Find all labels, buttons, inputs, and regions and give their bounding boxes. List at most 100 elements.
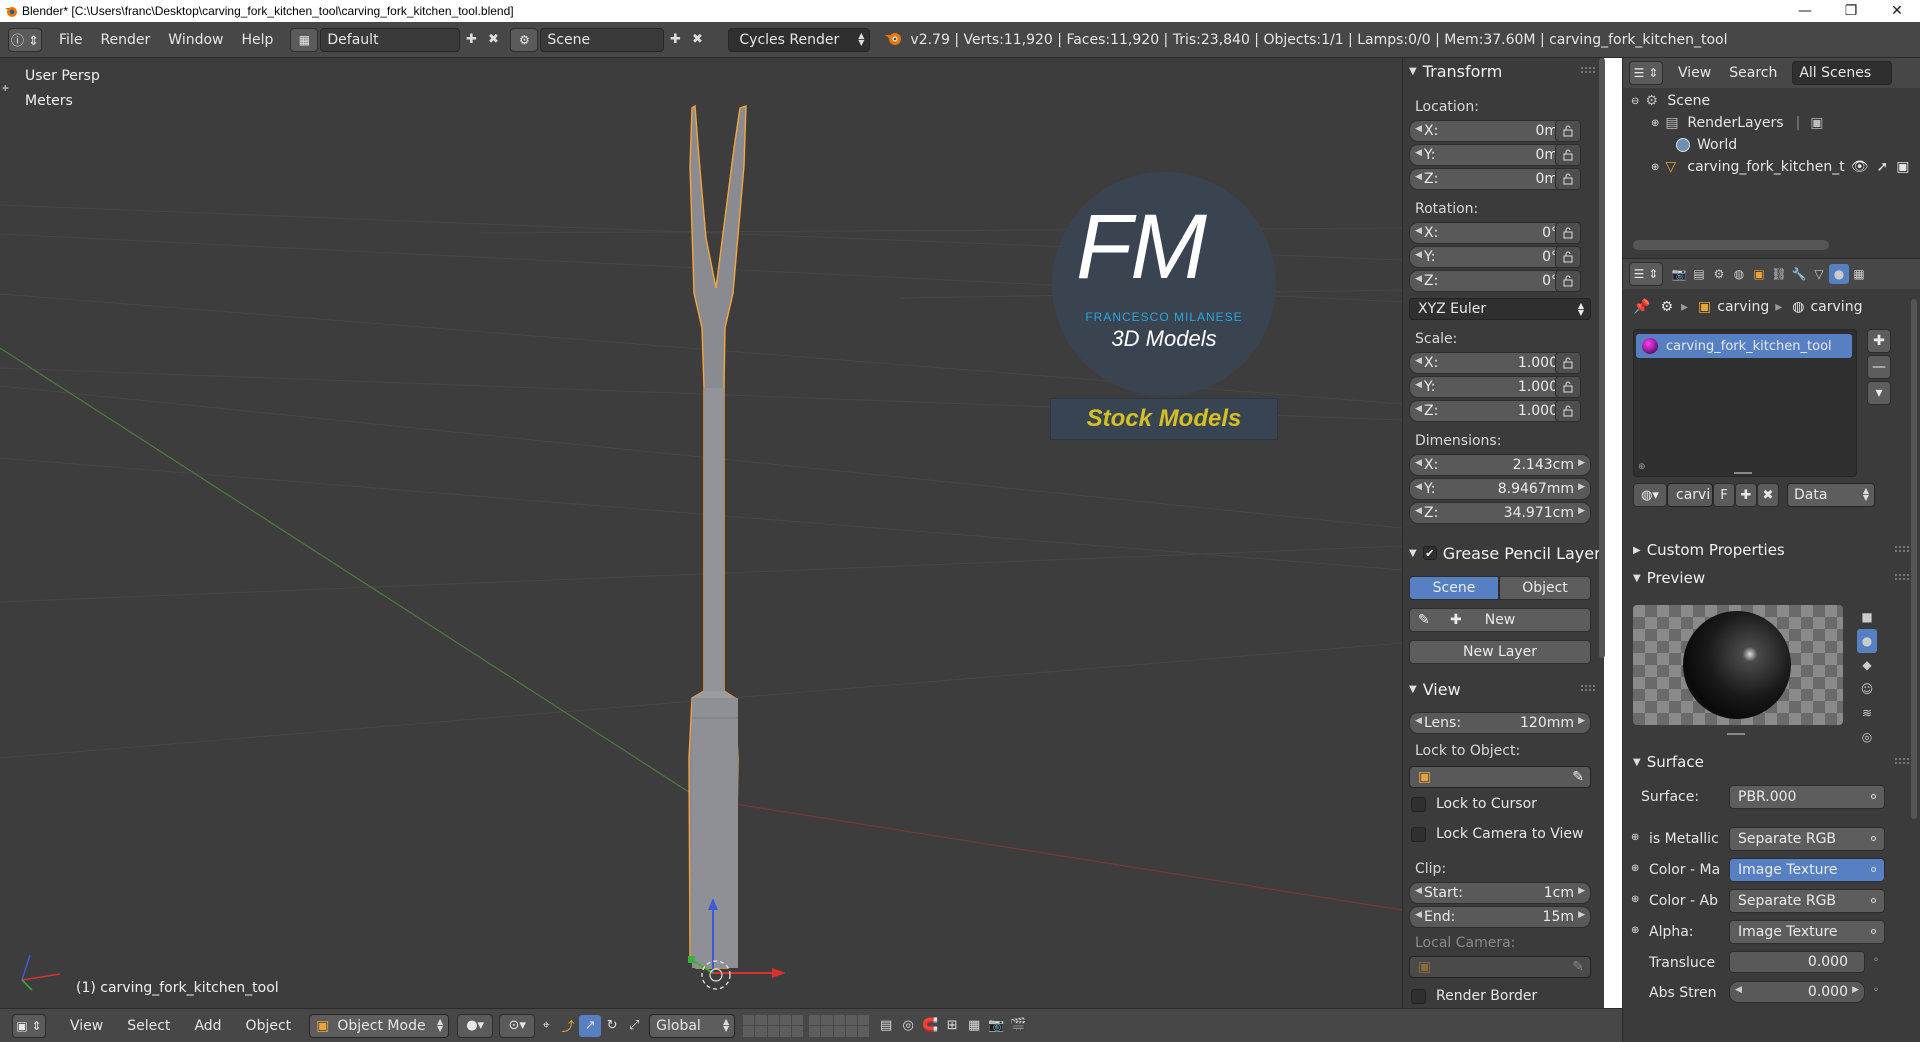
preview-grip-icon[interactable] bbox=[1727, 733, 1745, 735]
carving-fork-model[interactable] bbox=[688, 104, 747, 969]
footer-menu-view[interactable]: View bbox=[58, 1018, 115, 1034]
material-slot-menu-icon[interactable]: ▾ bbox=[1867, 381, 1891, 405]
data-tab-icon[interactable]: ▽ bbox=[1809, 264, 1829, 284]
view-panel-header[interactable]: ▼ View bbox=[1403, 676, 1603, 702]
grease-pencil-scene-tab[interactable]: Scene bbox=[1409, 576, 1499, 600]
editor-type-button[interactable]: ⓘ ⇕ bbox=[8, 27, 42, 52]
outliner-filter-dropdown[interactable]: All Scenes bbox=[1792, 61, 1893, 85]
checkbox[interactable] bbox=[1411, 988, 1426, 1004]
transform-panel-header[interactable]: ▼ Transform bbox=[1403, 58, 1603, 84]
input-is-metallic-dropdown[interactable]: Separate RGB bbox=[1729, 827, 1885, 851]
maximize-button[interactable]: ❐ bbox=[1828, 0, 1874, 22]
link-dropdown[interactable]: Data ▲ ▼ bbox=[1787, 483, 1875, 507]
lock-location-z-icon[interactable] bbox=[1555, 168, 1581, 190]
preview-world-icon[interactable]: ◎ bbox=[1857, 725, 1877, 749]
menu-help[interactable]: Help bbox=[232, 22, 282, 58]
scale-manipulator-icon[interactable]: ↻ bbox=[601, 1015, 623, 1037]
expand-input-icon[interactable]: ⊕ bbox=[1631, 863, 1639, 874]
renderlayers-tab-icon[interactable]: ▤ bbox=[1689, 264, 1709, 284]
translate-manipulator-icon[interactable]: ⤴ bbox=[557, 1015, 579, 1037]
layer-grid-1[interactable] bbox=[743, 1014, 804, 1037]
outliner-menu-search[interactable]: Search bbox=[1720, 55, 1786, 91]
scene-tab-icon[interactable]: ⚙ bbox=[1709, 264, 1729, 284]
modifiers-tab-icon[interactable]: 🔧 bbox=[1789, 264, 1809, 284]
checkbox[interactable] bbox=[1411, 826, 1426, 842]
socket-dot-icon[interactable]: ◦ bbox=[1873, 955, 1879, 966]
scale-tool-icon[interactable]: ⤢ bbox=[623, 1015, 645, 1037]
properties-scrollbar[interactable] bbox=[1911, 299, 1917, 819]
render-border-toggle[interactable]: Render Border bbox=[1411, 988, 1537, 1004]
outliner-item-scene[interactable]: ⊖ ⚙ Scene bbox=[1631, 90, 1710, 112]
input-color-ma-dropdown[interactable]: Image Texture bbox=[1729, 858, 1885, 882]
preview-flat-icon[interactable]: ■ bbox=[1857, 605, 1877, 629]
rotation-x-field[interactable]: ◀X:0°▶ bbox=[1409, 222, 1575, 244]
render-camera-icon[interactable]: ▣ bbox=[1896, 159, 1909, 175]
menu-render[interactable]: Render bbox=[91, 22, 159, 58]
outliner-menu-view[interactable]: View bbox=[1669, 55, 1720, 91]
plus-expand-icon[interactable]: ✚ bbox=[2, 84, 9, 93]
lock-camera-toggle[interactable]: Lock Camera to View bbox=[1411, 826, 1584, 842]
translucency-slider[interactable]: 0.000 bbox=[1729, 951, 1865, 973]
preview-hair-icon[interactable]: ≋ bbox=[1857, 701, 1877, 725]
input-color-ab-dropdown[interactable]: Separate RGB bbox=[1729, 889, 1885, 913]
proportional-edit-icon[interactable]: ◎ bbox=[897, 1015, 919, 1037]
lock-to-cursor-toggle[interactable]: Lock to Cursor bbox=[1411, 796, 1537, 812]
material-name-field[interactable]: carvi bbox=[1667, 483, 1713, 507]
rotation-z-field[interactable]: ◀Z:0°▶ bbox=[1409, 270, 1575, 292]
delete-scene-icon[interactable]: ✖ bbox=[686, 29, 708, 51]
surface-header[interactable]: ▼ Surface bbox=[1627, 749, 1917, 775]
lock-scale-x-icon[interactable] bbox=[1555, 352, 1581, 374]
scale-y-field[interactable]: ◀Y:1.000▶ bbox=[1409, 376, 1575, 398]
outliner-item-renderlayers[interactable]: ⊕ ▤ RenderLayers | ▣ bbox=[1651, 112, 1824, 134]
pin-icon[interactable]: 📌 bbox=[1633, 299, 1650, 315]
menu-file[interactable]: File bbox=[50, 22, 91, 58]
lock-rotation-y-icon[interactable] bbox=[1555, 246, 1581, 268]
scene-selector[interactable]: Scene bbox=[540, 27, 665, 52]
dimension-z-field[interactable]: ◀ Z: 34.971cm ▶ bbox=[1409, 502, 1591, 524]
dimension-x-field[interactable]: ◀ X: 2.143cm ▶ bbox=[1409, 454, 1591, 476]
screen-layout-icon[interactable]: ▦ bbox=[290, 27, 319, 52]
menu-window[interactable]: Window bbox=[159, 22, 232, 58]
object-tab-icon[interactable]: ▣ bbox=[1749, 264, 1769, 284]
location-x-field[interactable]: ◀X:0m▶ bbox=[1409, 120, 1575, 142]
preview-monkey-icon[interactable]: ☺ bbox=[1857, 677, 1877, 701]
lock-rotation-z-icon[interactable] bbox=[1555, 270, 1581, 292]
3d-viewport[interactable]: User Persp Meters (1) carving_fork_kitch… bbox=[0, 58, 1402, 1008]
outliner-scrollbar[interactable] bbox=[1633, 240, 1829, 250]
list-resize-icon[interactable]: ⊕ bbox=[1638, 462, 1646, 472]
close-window-button[interactable]: ✕ bbox=[1874, 0, 1920, 22]
snap-element-icon[interactable]: ⊞ bbox=[941, 1015, 963, 1037]
footer-menu-object[interactable]: Object bbox=[234, 1018, 304, 1034]
visibility-eye-icon[interactable]: 👁 bbox=[1851, 159, 1869, 175]
footer-menu-select[interactable]: Select bbox=[115, 1018, 182, 1034]
grease-pencil-object-tab[interactable]: Object bbox=[1499, 576, 1591, 600]
unlink-material-icon[interactable]: ✖ bbox=[1757, 483, 1779, 507]
input-alpha-dropdown[interactable]: Image Texture bbox=[1729, 920, 1885, 944]
surface-shader-dropdown[interactable]: PBR.000 bbox=[1729, 785, 1885, 809]
properties-editor-type-button[interactable]: ☰ ⇕ bbox=[1629, 262, 1663, 286]
expand-input-icon[interactable]: ⊕ bbox=[1631, 894, 1639, 905]
lens-field[interactable]: ◀ Lens: 120mm ▶ bbox=[1409, 712, 1591, 734]
texture-tab-icon[interactable]: ▦ bbox=[1849, 264, 1869, 284]
lock-rotation-x-icon[interactable] bbox=[1555, 222, 1581, 244]
new-layer-button[interactable]: New Layer bbox=[1409, 640, 1591, 664]
footer-menu-add[interactable]: Add bbox=[182, 1018, 233, 1034]
checkbox[interactable] bbox=[1411, 796, 1426, 812]
material-tab-icon[interactable]: ● bbox=[1829, 264, 1849, 284]
delete-layout-icon[interactable]: ✖ bbox=[482, 29, 504, 51]
render-engine-dropdown[interactable]: Cycles Render ▲ ▼ bbox=[728, 27, 871, 52]
expand-icon[interactable]: ⊕ bbox=[1651, 162, 1659, 173]
rotate-manipulator-icon[interactable]: ↗ bbox=[579, 1014, 602, 1037]
opengl-anim-render-icon[interactable]: 🎬 bbox=[1007, 1015, 1029, 1037]
remove-material-slot-icon[interactable]: — bbox=[1867, 355, 1891, 379]
transform-orientation-dropdown[interactable]: Global ▲ ▼ bbox=[649, 1013, 736, 1038]
lock-scale-y-icon[interactable] bbox=[1555, 376, 1581, 398]
fake-user-button[interactable]: F bbox=[1713, 483, 1735, 507]
clip-end-field[interactable]: ◀ End: 15m ▶ bbox=[1409, 906, 1591, 928]
preview-header[interactable]: ▼ Preview bbox=[1627, 565, 1917, 591]
location-z-field[interactable]: ◀Z:0m▶ bbox=[1409, 168, 1575, 190]
mode-dropdown[interactable]: ▣ Object Mode ▲ ▼ bbox=[309, 1013, 450, 1038]
outliner-item-carving-fork[interactable]: ⊕ ▽ carving_fork_kitchen_t 👁 ➚ ▣ bbox=[1651, 156, 1910, 178]
manipulator-toggle-icon[interactable]: ⌖ bbox=[535, 1015, 557, 1037]
rotation-y-field[interactable]: ◀Y:0°▶ bbox=[1409, 246, 1575, 268]
